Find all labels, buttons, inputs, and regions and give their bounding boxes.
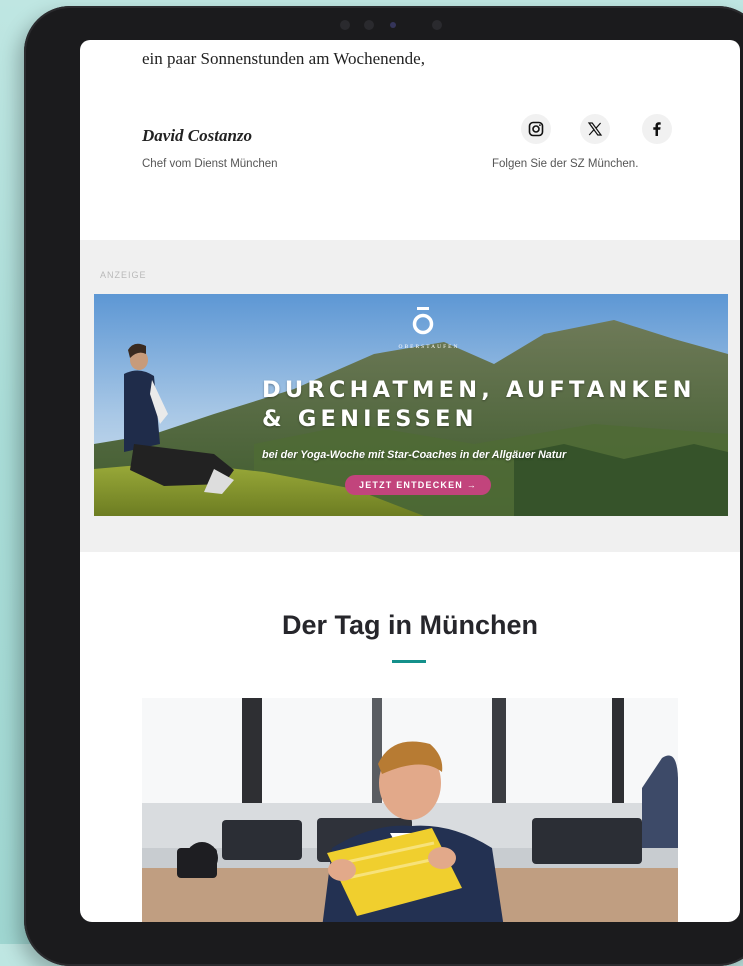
x-icon[interactable]: [580, 114, 610, 144]
intro-text: ein paar Sonnenstunden am Wochenende,: [142, 49, 425, 68]
facebook-icon[interactable]: [642, 114, 672, 144]
instagram-icon[interactable]: [521, 114, 551, 144]
section-title: Der Tag in München: [281, 610, 538, 640]
ad-headline: DURCHATMEN, AUFTANKEN & GENIESSEN: [262, 376, 696, 434]
brand-name: OBERSTAUFEN: [398, 344, 460, 350]
follow-text: Folgen Sie der SZ München.: [492, 158, 639, 170]
ad-subline: bei der Yoga-Woche mit Star-Coaches in d…: [262, 449, 567, 461]
ad-banner[interactable]: OBERSTAUFEN DURCHATMEN, AUFTANKEN & GENI…: [94, 294, 728, 516]
article-photo[interactable]: [142, 698, 678, 922]
tablet-frame: ein paar Sonnenstunden am Wochenende, Da…: [24, 6, 743, 966]
author-name: David Costanzo: [142, 126, 253, 145]
title-underline: [392, 660, 426, 663]
email-screen[interactable]: ein paar Sonnenstunden am Wochenende, Da…: [80, 40, 740, 922]
discover-button[interactable]: JETZT ENTDECKEN →: [345, 475, 491, 495]
ad-headline-line1: DURCHATMEN, AUFTANKEN: [262, 377, 696, 403]
ad-label: ANZEIGE: [100, 270, 147, 280]
ad-headline-line2: & GENIESSEN: [262, 406, 478, 432]
camera-bar: [334, 18, 474, 32]
brand-logo: [412, 306, 434, 341]
ad-section: ANZEIGE OBERSTAUFEN DURCHATMEN, AUFTANKE…: [80, 240, 740, 552]
author-role: Chef vom Dienst München: [142, 158, 278, 170]
